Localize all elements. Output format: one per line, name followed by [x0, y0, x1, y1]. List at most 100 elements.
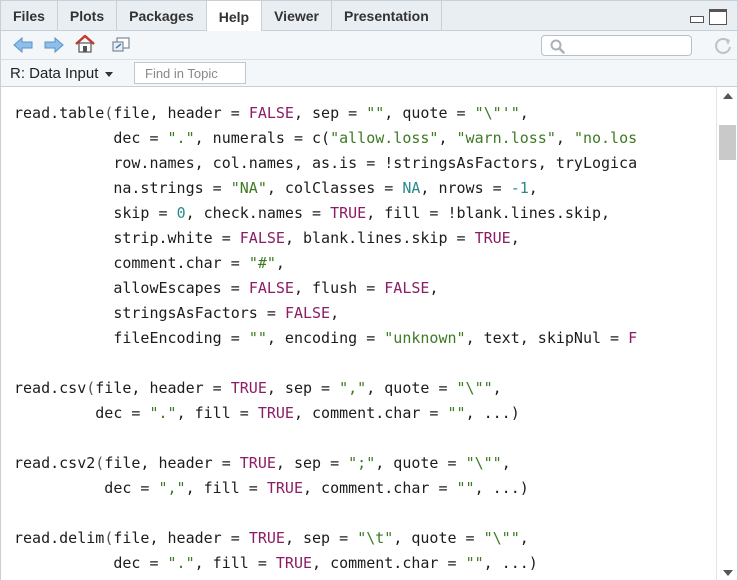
code-token-fn: stringsAsFactors = — [14, 304, 285, 322]
code-token-str: "." — [167, 129, 195, 147]
code-token-fn: comment.char = — [14, 254, 249, 272]
code-token-fn: read.delim — [14, 529, 105, 547]
code-token-kw: FALSE — [384, 279, 430, 297]
code-token-str: "no.los — [573, 129, 638, 147]
code-token-fn: , sep = — [266, 379, 340, 397]
code-line: read.csv2(file, header = TRUE, sep = ";"… — [14, 451, 637, 476]
code-token-fn: , quote = — [375, 454, 466, 472]
tab-help[interactable]: Help — [206, 1, 263, 32]
code-line: dec = ",", fill = TRUE, comment.char = "… — [14, 476, 637, 501]
scroll-up-arrow-icon[interactable] — [723, 93, 733, 99]
code-token-fn: read.csv2 — [14, 454, 96, 472]
code-line: na.strings = "NA", colClasses = NA, nrow… — [14, 176, 637, 201]
code-token-kw: TRUE — [330, 204, 367, 222]
code-token-fn: dec = — [14, 479, 159, 497]
find-in-topic-input[interactable] — [134, 62, 246, 84]
refresh-icon[interactable] — [713, 36, 733, 56]
tab-packages[interactable]: Packages — [117, 1, 207, 31]
code-token-fn: dec = — [14, 404, 150, 422]
scroll-thumb[interactable] — [719, 125, 736, 160]
code-token-str: "" — [248, 329, 267, 347]
content-scrollbar[interactable] — [716, 87, 738, 580]
code-token-str: "\"" — [483, 529, 520, 547]
code-token-fn: , flush = — [293, 279, 385, 297]
tab-plots[interactable]: Plots — [58, 1, 118, 31]
chevron-down-icon — [105, 72, 114, 77]
code-line: row.names, col.names, as.is = !stringsAs… — [14, 151, 637, 176]
forward-arrow-icon[interactable] — [44, 36, 64, 54]
code-token-str: "unknown" — [384, 329, 466, 347]
code-token-fn: , — [275, 254, 285, 272]
maximize-pane-button[interactable] — [709, 9, 727, 25]
tab-files[interactable]: Files — [1, 1, 58, 31]
code-line: read.table(file, header = FALSE, sep = "… — [14, 101, 637, 126]
code-token-punc: ( — [95, 454, 105, 472]
code-token-fn: , check.names = — [185, 204, 331, 222]
code-token-str: "" — [447, 404, 466, 422]
code-token-str: "" — [465, 554, 484, 572]
code-token-num: 0 — [176, 204, 186, 222]
code-token-kw: FALSE — [248, 279, 294, 297]
code-token-fn: skip = — [14, 204, 177, 222]
code-token-str: "." — [167, 554, 195, 572]
code-token-fn: strip.white = — [14, 229, 240, 247]
code-token-fn: read.table — [14, 104, 105, 122]
code-token-kw: TRUE — [248, 529, 285, 547]
code-token-str: "\"" — [465, 454, 502, 472]
code-token-fn: , — [528, 179, 538, 197]
code-token-str: "" — [366, 104, 385, 122]
code-token-fn: , — [330, 304, 340, 322]
code-token-fn: , sep = — [275, 454, 349, 472]
code-token-kw: TRUE — [239, 454, 276, 472]
code-token-fn: , ...) — [483, 554, 538, 572]
search-icon — [550, 39, 565, 54]
code-token-str: "\"'" — [474, 104, 520, 122]
code-token-fn: , ...) — [465, 404, 520, 422]
code-token-kw: TRUE — [275, 554, 313, 572]
code-line: strip.white = FALSE, blank.lines.skip = … — [14, 226, 637, 251]
home-icon[interactable] — [74, 34, 96, 54]
code-token-str: "warn.loss" — [456, 129, 556, 147]
tab-presentation[interactable]: Presentation — [332, 1, 442, 31]
code-token-fn: , comment.char = — [293, 404, 448, 422]
code-token-fn: , — [429, 279, 439, 297]
code-token-num: -1 — [510, 179, 529, 197]
code-line: dec = ".", fill = TRUE, comment.char = "… — [14, 551, 637, 576]
show-in-new-window-icon[interactable] — [111, 37, 131, 53]
code-token-kw: FALSE — [239, 229, 285, 247]
code-token-fn: , quote = — [366, 379, 457, 397]
code-token-fn: , encoding = — [266, 329, 385, 347]
code-token-kw: TRUE — [266, 479, 303, 497]
code-line: skip = 0, check.names = TRUE, fill = !bl… — [14, 201, 637, 226]
code-token-fn: dec = — [14, 554, 168, 572]
code-token-fn: fileEncoding = — [14, 329, 249, 347]
code-token-fn: , — [519, 104, 529, 122]
code-token-punc: ( — [104, 104, 114, 122]
code-token-num: NA — [402, 179, 421, 197]
code-line: read.delim(file, header = TRUE, sep = "\… — [14, 526, 637, 551]
code-token-fn: file, header = — [95, 379, 231, 397]
pane-tabbar: Files Plots Packages Help Viewer Present… — [0, 0, 738, 32]
scroll-down-arrow-icon[interactable] — [723, 570, 733, 576]
help-search-input[interactable] — [541, 35, 692, 56]
topic-dropdown[interactable]: R: Data Input — [10, 65, 114, 82]
code-token-fn: allowEscapes = — [14, 279, 249, 297]
code-token-str: "," — [339, 379, 367, 397]
code-token-fn: , — [510, 229, 520, 247]
code-token-fn: , fill = — [185, 479, 267, 497]
code-token-fn: , — [555, 129, 574, 147]
code-token-fn: read.csv — [14, 379, 87, 397]
code-token-fn: , quote = — [393, 529, 484, 547]
minimize-pane-button[interactable] — [689, 10, 705, 24]
code-token-fn: , — [501, 454, 511, 472]
code-token-fn: , blank.lines.skip = — [284, 229, 475, 247]
code-token-str: "allow.loss" — [330, 129, 439, 147]
back-arrow-icon[interactable] — [13, 36, 33, 54]
code-token-fn: , text, skipNul = — [465, 329, 629, 347]
help-topic-bar: R: Data Input — [0, 59, 738, 87]
code-token-fn: , numerals = c( — [194, 129, 331, 147]
tab-viewer[interactable]: Viewer — [262, 1, 332, 31]
code-token-fn: , — [519, 529, 529, 547]
code-token-fn: , sep = — [284, 529, 358, 547]
